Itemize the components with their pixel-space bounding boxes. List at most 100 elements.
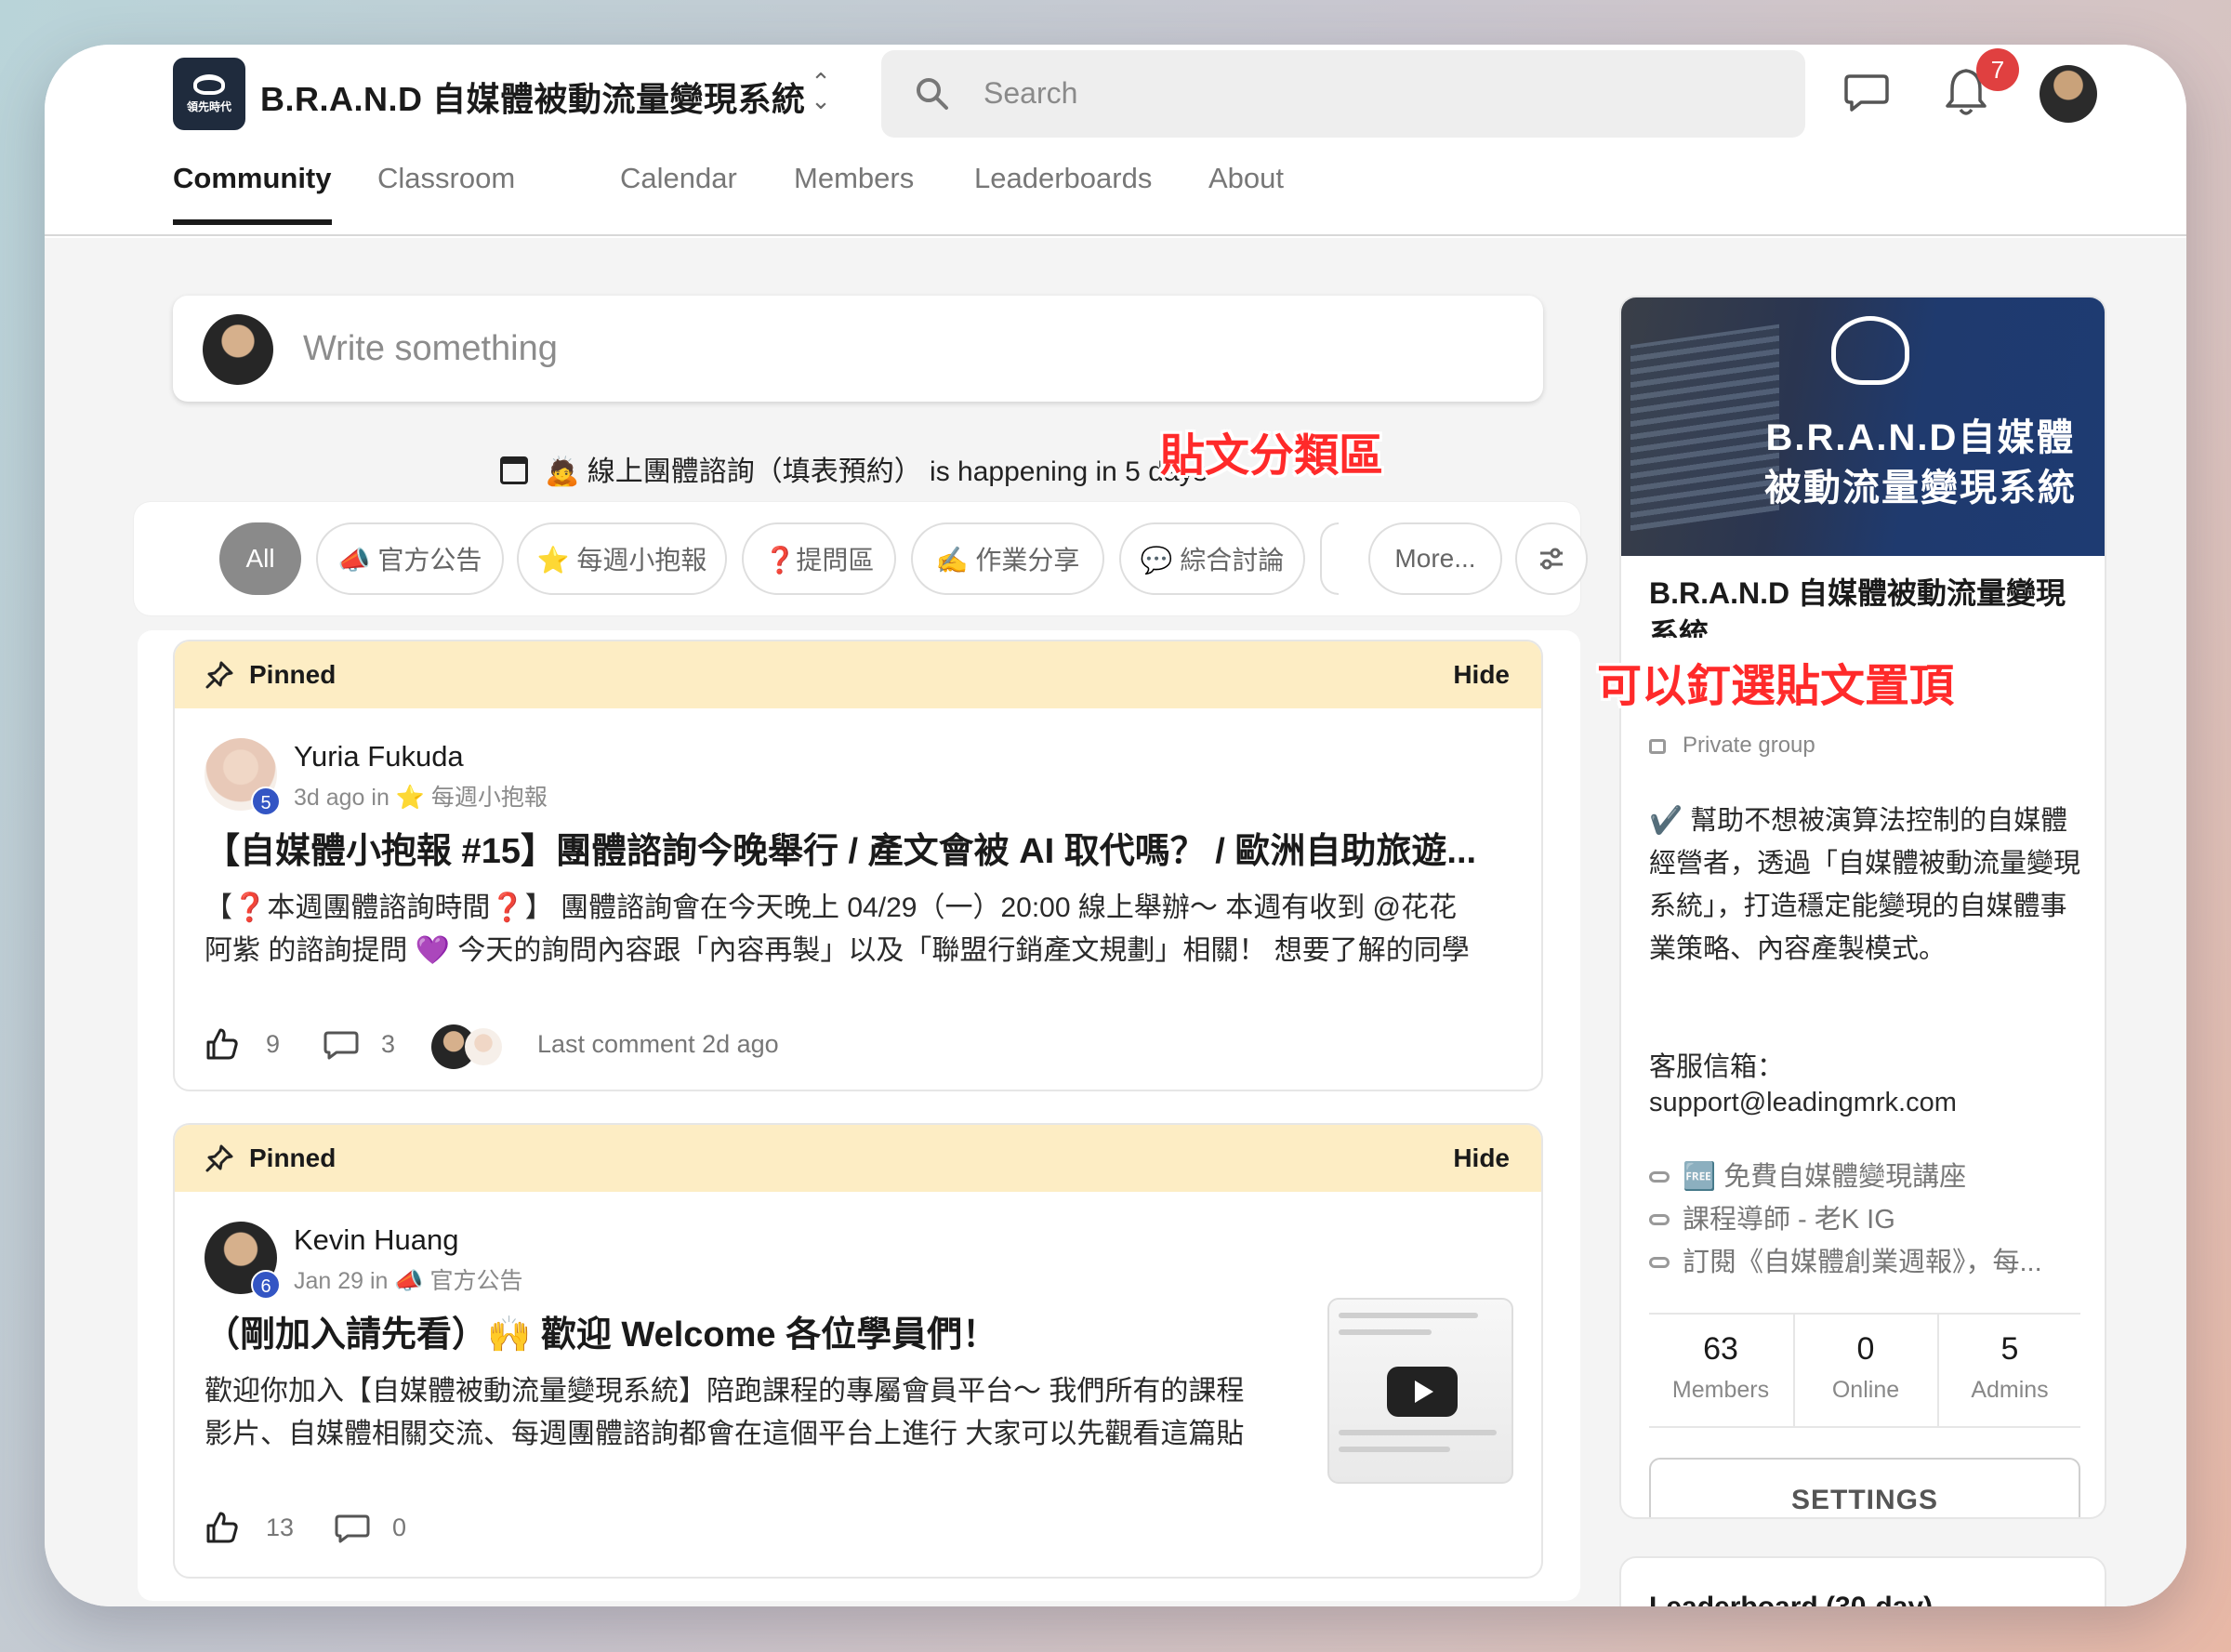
sidebar-link-label[interactable]: 課程導師 - 老K IG — [1683, 1205, 1895, 1235]
post-composer[interactable]: Write something — [173, 296, 1543, 402]
settings-button[interactable]: SETTINGS — [1649, 1458, 2080, 1517]
search-input[interactable]: Search — [983, 76, 1077, 111]
support-email[interactable]: support@leadingmrk.com — [1649, 1088, 1957, 1118]
post-card[interactable]: Pinned Hide 6 Kevin Huang Jan 29 in 📣 官方… — [173, 1123, 1543, 1579]
stat-online[interactable]: 0 Online — [1793, 1315, 1936, 1426]
link-icon — [1649, 1214, 1670, 1225]
cover-title-line2: 被動流量變現系統 — [1764, 468, 2077, 509]
level-badge: 5 — [251, 786, 281, 816]
group-switcher-icon[interactable]: ⌃ ⌄ — [807, 70, 835, 112]
thumbnail-line — [1339, 1430, 1497, 1435]
chat-icon[interactable] — [1844, 73, 1889, 113]
group-description: ✔️ 幫助不想被演算法控制的自媒體經營者，透過「自媒體被動流量變現系統」，打造穩… — [1649, 806, 2081, 964]
stat-members[interactable]: 63 Members — [1649, 1315, 1792, 1426]
pinned-label: Pinned — [249, 1143, 337, 1172]
lock-icon — [1649, 739, 1666, 754]
group-title[interactable]: B.R.A.N.D 自媒體被動流量變現系統 — [260, 73, 806, 121]
group-stats: 63 Members 0 Online 5 Admins — [1649, 1313, 2080, 1428]
filter-chip-questions[interactable]: ❓提問區 — [742, 522, 896, 595]
tab-leaderboards[interactable]: Leaderboards — [974, 162, 1152, 219]
stat-label: Online — [1831, 1377, 1900, 1403]
filter-chip-announcements[interactable]: 📣 官方公告 — [316, 522, 504, 595]
post-meta[interactable]: Jan 29 in 📣 官方公告 — [294, 1262, 523, 1296]
pinned-header: Pinned Hide — [175, 1125, 1541, 1192]
filter-chip-homework[interactable]: ✍️ 作業分享 — [911, 522, 1104, 595]
stat-value: 5 — [2000, 1331, 2019, 1367]
event-text[interactable]: 🙇 線上團體諮詢（填表預約） is happening in 5 days — [545, 456, 1208, 487]
post-meta[interactable]: 3d ago in ⭐ 每週小抱報 — [294, 779, 548, 813]
group-logo[interactable]: 領先時代 — [173, 58, 245, 130]
post-excerpt-line: 【❓本週團體諮詢時間❓】 團體諮詢會在今天晚上 04/29（一）20:00 線上… — [205, 892, 1457, 923]
comment-icon[interactable] — [323, 1030, 359, 1060]
group-sidebar: B.R.A.N.D自媒體 被動流量變現系統 B.R.A.N.D 自媒體被動流量變… — [1619, 296, 2106, 1519]
group-cover-image: B.R.A.N.D自媒體 被動流量變現系統 — [1621, 297, 2105, 556]
tab-classroom[interactable]: Classroom — [377, 162, 515, 219]
comment-count: 3 — [381, 1030, 396, 1058]
filter-chip-overflow — [1320, 522, 1339, 595]
tab-community[interactable]: Community — [173, 162, 332, 225]
post-excerpt[interactable]: 歡迎你加入【自媒體被動流量變現系統】陪跑課程的專屬會員平台～ 我們所有的課程 影… — [205, 1370, 1320, 1456]
composer-avatar — [203, 314, 273, 385]
sidebar-link[interactable]: 🆓 免費自媒體變現講座 — [1649, 1155, 1966, 1194]
thumbnail-line — [1339, 1447, 1450, 1452]
pinned-label: Pinned — [249, 660, 337, 689]
leaderboard-title: Leaderboard (30-day) — [1649, 1592, 1933, 1606]
sidebar-link-label[interactable]: 訂閱《自媒體創業週報》，每... — [1683, 1248, 2042, 1277]
video-thumbnail[interactable] — [1327, 1298, 1513, 1484]
privacy-text: Private group — [1683, 733, 1815, 758]
annotation-category-area: 貼文分類區 — [1160, 431, 1384, 481]
post-footer: 9 3 Last comment 2d ago — [205, 1024, 1320, 1069]
leaderboard-card: Leaderboard (30-day) — [1619, 1556, 2106, 1606]
tab-calendar[interactable]: Calendar — [620, 162, 737, 219]
event-banner[interactable]: 🙇 線上團體諮詢（填表預約） is happening in 5 days — [500, 448, 1208, 489]
stat-admins[interactable]: 5 Admins — [1937, 1315, 2080, 1426]
hide-button[interactable]: Hide — [1453, 660, 1510, 690]
support-email-label: 客服信箱： — [1649, 1052, 1785, 1082]
commenter-avatar[interactable] — [465, 1028, 502, 1065]
post-excerpt-line: 阿紫 的諮詢提問 💜 今天的詢問內容跟「內容再製」以及「聯盟行銷產文規劃」相關！… — [205, 935, 1470, 966]
filter-more-button[interactable]: More... — [1368, 522, 1502, 595]
post-title[interactable]: （剛加入請先看）🙌 歡迎 Welcome 各位學員們！ — [205, 1305, 997, 1356]
like-count: 13 — [266, 1513, 295, 1541]
notification-badge: 7 — [1976, 48, 2019, 91]
category-filter-bar: All 📣 官方公告 ⭐ 每週小抱報 ❓提問區 ✍️ 作業分享 💬 綜合討論 M… — [134, 502, 1588, 615]
sidebar-link[interactable]: 訂閱《自媒體創業週報》，每... — [1649, 1240, 2042, 1279]
filter-settings-button[interactable] — [1515, 522, 1588, 595]
cover-title-line1: B.R.A.N.D自媒體 — [1765, 417, 2076, 458]
author-name[interactable]: Kevin Huang — [294, 1223, 459, 1257]
pin-icon — [205, 661, 233, 689]
pin-icon — [205, 1144, 233, 1172]
search-bar[interactable]: Search — [881, 50, 1805, 138]
app-window: 領先時代 B.R.A.N.D 自媒體被動流量變現系統 ⌃ ⌄ Search 7 C… — [45, 45, 2186, 1606]
annotation-pin-posts: 可以釘選貼文置頂 — [1597, 662, 1955, 711]
post-title[interactable]: 【自媒體小抱報 #15】團體諮詢今晚舉行 / 產文會被 AI 取代嗎？ / 歐洲… — [205, 822, 1476, 873]
comment-icon[interactable] — [335, 1513, 370, 1543]
like-icon[interactable] — [205, 1510, 240, 1545]
sidebar-group-name: B.R.A.N.D 自媒體被動流量變現系統 — [1649, 576, 2066, 638]
stat-label: Members — [1671, 1377, 1770, 1403]
sliders-icon — [1540, 548, 1563, 570]
glasses-icon — [1831, 316, 1909, 385]
filter-chip-discussion[interactable]: 💬 綜合討論 — [1119, 522, 1305, 595]
composer-placeholder[interactable]: Write something — [303, 329, 558, 369]
post-excerpt[interactable]: 【❓本週團體諮詢時間❓】 團體諮詢會在今天晚上 04/29（一）20:00 線上… — [205, 887, 1470, 972]
like-icon[interactable] — [205, 1026, 240, 1062]
tab-members[interactable]: Members — [794, 162, 914, 219]
author-name[interactable]: Yuria Fukuda — [294, 740, 464, 773]
stat-value: 0 — [1856, 1331, 1875, 1367]
sidebar-link[interactable]: 課程導師 - 老K IG — [1649, 1197, 1895, 1236]
calendar-icon — [500, 456, 528, 484]
tab-about[interactable]: About — [1208, 162, 1284, 219]
play-icon[interactable] — [1387, 1367, 1458, 1417]
like-count: 9 — [266, 1030, 281, 1058]
filter-chip-all[interactable]: All — [219, 522, 301, 595]
sidebar-link-label[interactable]: 🆓 免費自媒體變現講座 — [1683, 1162, 1966, 1192]
user-avatar[interactable] — [2040, 65, 2097, 123]
search-icon — [917, 78, 948, 110]
glasses-icon — [193, 73, 225, 95]
hide-button[interactable]: Hide — [1453, 1143, 1510, 1173]
filter-chip-weekly[interactable]: ⭐ 每週小抱報 — [517, 522, 727, 595]
post-card[interactable]: Pinned Hide 5 Yuria Fukuda 3d ago in ⭐ 每… — [173, 640, 1543, 1091]
post-footer: 13 0 — [205, 1508, 762, 1549]
privacy-label: Private group — [1649, 733, 1815, 759]
